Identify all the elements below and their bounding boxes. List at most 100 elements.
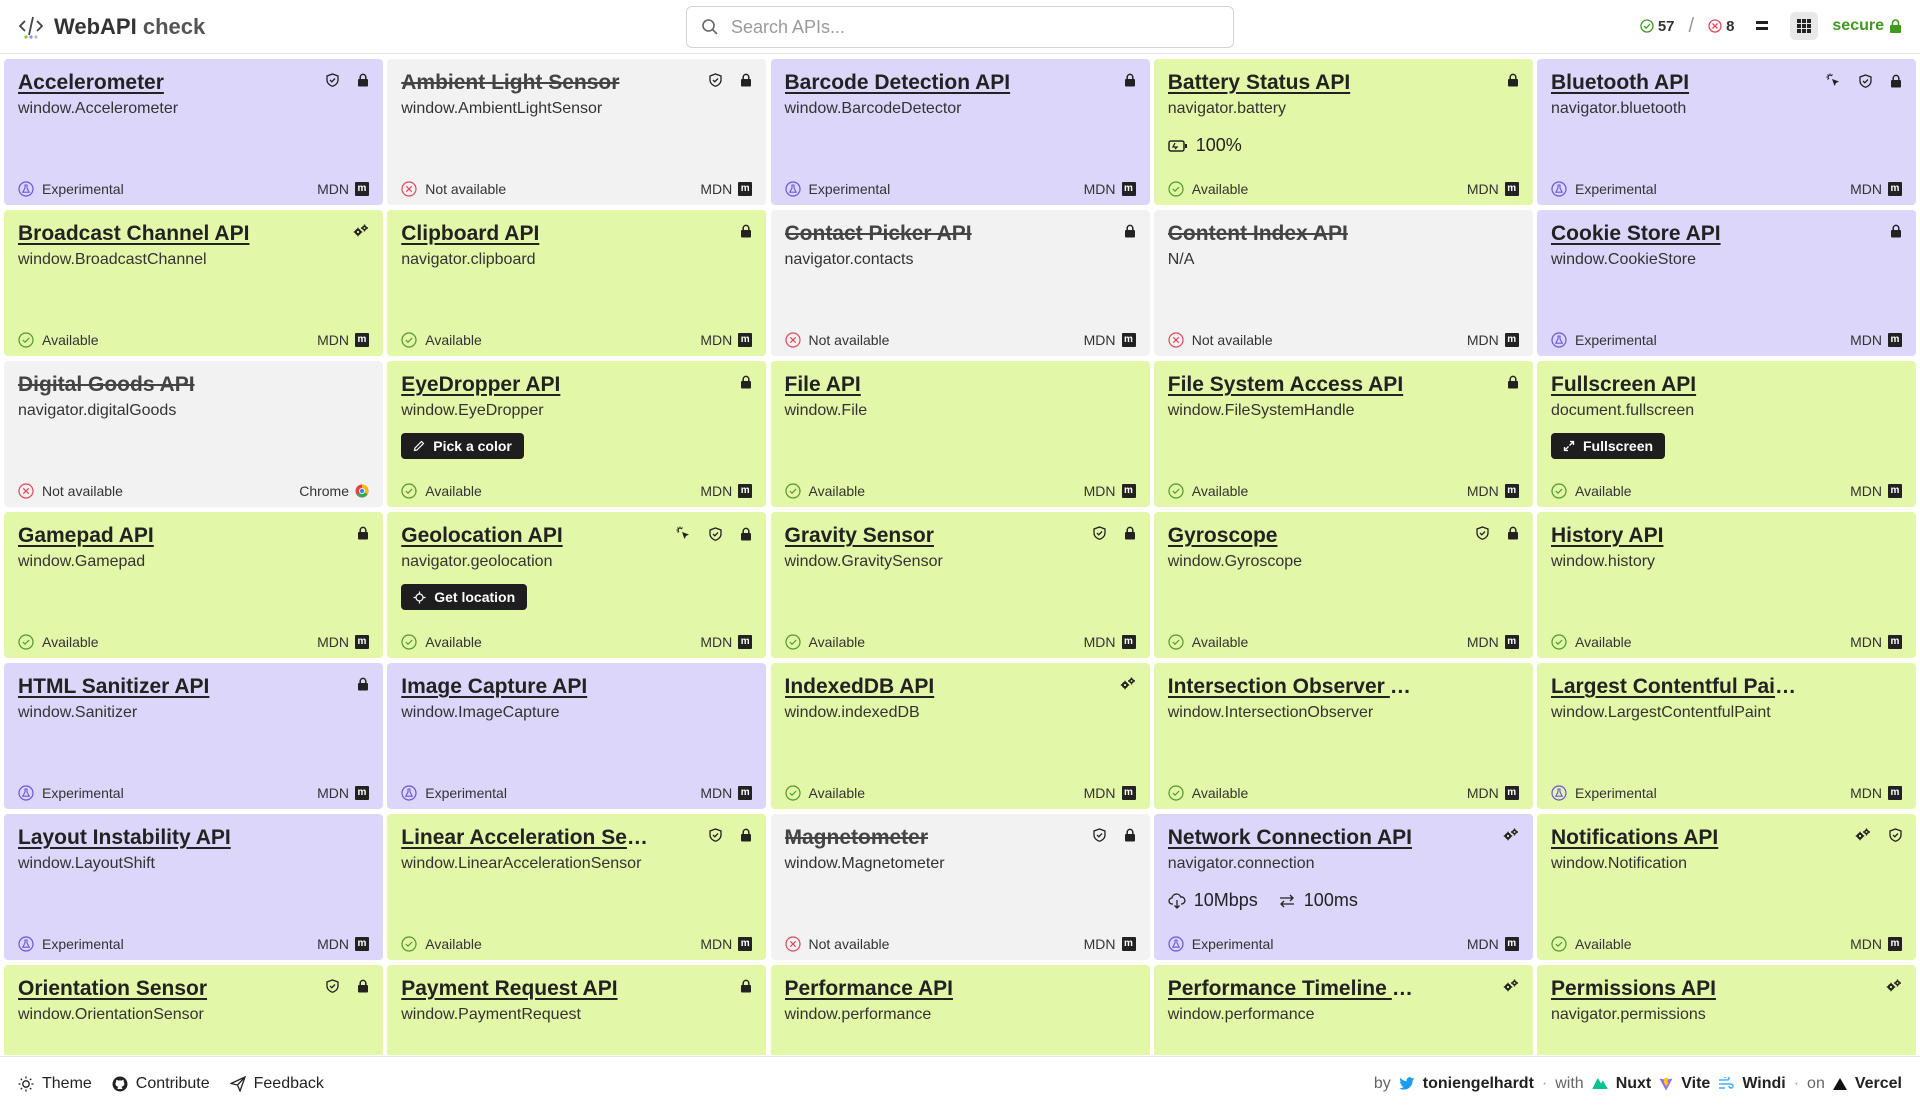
mdn-docs-link[interactable]: MDN m: [1084, 936, 1136, 952]
mdn-docs-link[interactable]: MDN m: [700, 332, 753, 348]
mdn-docs-link[interactable]: MDN m: [317, 181, 369, 197]
mdn-docs-link[interactable]: MDN m: [700, 181, 753, 197]
windi-link[interactable]: Windi: [1742, 1075, 1785, 1093]
get-location-button[interactable]: Get location: [401, 584, 528, 610]
api-title-link[interactable]: Contact Picker API: [785, 222, 1035, 246]
search-input[interactable]: [731, 16, 1211, 38]
api-title-link[interactable]: Battery Status API: [1168, 71, 1418, 95]
nuxt-link[interactable]: Nuxt: [1616, 1075, 1652, 1093]
mdn-docs-link[interactable]: MDN m: [1467, 785, 1519, 801]
api-title-link[interactable]: HTML Sanitizer API: [18, 675, 268, 699]
theme-button[interactable]: Theme: [18, 1075, 92, 1093]
logo[interactable]: WebAPI check: [18, 14, 205, 40]
api-title-link[interactable]: Ambient Light Sensor: [401, 71, 651, 95]
cloud-download-icon: [1168, 892, 1186, 909]
vercel-link[interactable]: Vercel: [1855, 1075, 1902, 1093]
api-title-link[interactable]: Notifications API: [1551, 826, 1801, 850]
bandwidth-value: 10Mbps: [1193, 890, 1258, 910]
grid-view-button[interactable]: [1790, 12, 1819, 40]
search-box[interactable]: [686, 6, 1234, 48]
unavailable-count: 8: [1708, 18, 1734, 35]
api-title-link[interactable]: File System Access API: [1168, 373, 1418, 397]
mdn-docs-link[interactable]: MDN m: [317, 785, 369, 801]
list-view-button[interactable]: [1748, 12, 1776, 40]
mdn-docs-link[interactable]: MDN m: [1084, 785, 1136, 801]
api-title-link[interactable]: Content Index API: [1168, 222, 1418, 246]
api-title-link[interactable]: History API: [1551, 524, 1801, 548]
mdn-docs-link[interactable]: MDN m: [1850, 936, 1902, 952]
api-path: window.Accelerometer: [18, 100, 179, 117]
api-title-link[interactable]: Barcode Detection API: [785, 71, 1035, 95]
mdn-docs-link[interactable]: MDN m: [1084, 483, 1136, 499]
mdn-docs-link[interactable]: MDN m: [317, 332, 369, 348]
api-title-link[interactable]: Permissions API: [1551, 977, 1801, 1001]
fullscreen-button[interactable]: Fullscreen: [1551, 433, 1666, 459]
api-title-link[interactable]: Accelerometer: [18, 71, 268, 95]
api-title-link[interactable]: Linear Acceleration Sen...: [401, 826, 651, 850]
api-title-link[interactable]: EyeDropper API: [401, 373, 651, 397]
mdn-docs-link[interactable]: MDN m: [317, 936, 369, 952]
mdn-docs-link[interactable]: MDN m: [1084, 634, 1136, 650]
mdn-docs-link[interactable]: MDN m: [1850, 181, 1902, 197]
status-label: Available: [1575, 936, 1632, 952]
api-title-link[interactable]: Clipboard API: [401, 222, 651, 246]
mdn-docs-link[interactable]: MDN m: [1084, 332, 1136, 348]
vite-link[interactable]: Vite: [1681, 1075, 1710, 1093]
api-title-link[interactable]: Broadcast Channel API: [18, 222, 268, 246]
vite-icon: [1659, 1077, 1673, 1090]
mdn-docs-link[interactable]: MDN m: [1467, 181, 1519, 197]
mdn-docs-link[interactable]: MDN m: [1850, 785, 1902, 801]
status-label: Experimental: [42, 181, 124, 197]
shield-icon: [709, 73, 722, 87]
api-title-link[interactable]: Image Capture API: [401, 675, 651, 699]
api-title-link[interactable]: Performance API: [785, 977, 1035, 1001]
shield-icon: [709, 828, 722, 842]
mdn-docs-link[interactable]: MDN m: [1467, 936, 1519, 952]
sun-icon: [18, 1076, 34, 1091]
mdn-docs-link[interactable]: MDN m: [1850, 634, 1902, 650]
card-flags: [1092, 828, 1136, 842]
api-title-link[interactable]: Payment Request API: [401, 977, 651, 1001]
mdn-docs-link[interactable]: MDN m: [317, 634, 369, 650]
mdn-docs-link[interactable]: MDN m: [1467, 634, 1519, 650]
api-title-link[interactable]: Fullscreen API: [1551, 373, 1801, 397]
mdn-docs-link[interactable]: MDN m: [700, 785, 753, 801]
mdn-docs-link[interactable]: MDN m: [700, 634, 753, 650]
status-badge: Available: [401, 332, 482, 348]
shield-icon: [709, 526, 722, 541]
check-circle-icon: [1168, 785, 1184, 801]
mdn-docs-link[interactable]: MDN m: [700, 483, 753, 499]
status-badge: Available: [784, 785, 865, 801]
api-title-link[interactable]: Geolocation API: [401, 524, 651, 548]
api-title-link[interactable]: Orientation Sensor: [18, 977, 268, 1001]
api-title-link[interactable]: Gravity Sensor: [785, 524, 1035, 548]
api-title-link[interactable]: Gamepad API: [18, 524, 268, 548]
contribute-link[interactable]: Contribute: [112, 1075, 210, 1093]
mdn-docs-link[interactable]: MDN m: [700, 936, 753, 952]
mdn-docs-link[interactable]: MDN m: [1850, 483, 1902, 499]
api-title-link[interactable]: Layout Instability API: [18, 826, 268, 850]
mdn-docs-link[interactable]: MDN m: [1467, 332, 1519, 348]
mdn-docs-link[interactable]: MDN m: [1467, 483, 1519, 499]
api-title-link[interactable]: Magnetometer: [785, 826, 1035, 850]
api-title-link[interactable]: Gyroscope: [1168, 524, 1418, 548]
api-title-link[interactable]: Digital Goods API: [18, 373, 268, 397]
api-title-link[interactable]: Cookie Store API: [1551, 222, 1801, 246]
mdn-icon: m: [1888, 786, 1902, 800]
api-title-link[interactable]: Intersection Observer API: [1168, 675, 1418, 699]
api-title-link[interactable]: IndexedDB API: [785, 675, 1035, 699]
status-label: Not available: [42, 483, 123, 499]
mdn-docs-link[interactable]: MDN m: [1084, 181, 1136, 197]
api-title-link[interactable]: Performance Timeline API: [1168, 977, 1418, 1001]
mdn-docs-link[interactable]: MDN m: [1850, 332, 1902, 348]
api-title-link[interactable]: Bluetooth API: [1551, 71, 1801, 95]
feedback-link[interactable]: Feedback: [229, 1075, 324, 1093]
pick-a-color-button[interactable]: Pick a color: [401, 433, 524, 459]
lock-icon: [1890, 74, 1902, 88]
chrome-docs-link[interactable]: Chrome: [299, 483, 369, 499]
status-label: Experimental: [1575, 332, 1657, 348]
api-title-link[interactable]: Network Connection API: [1168, 826, 1418, 850]
api-title-link[interactable]: Largest Contentful Paint API: [1551, 675, 1801, 699]
api-title-link[interactable]: File API: [785, 373, 1035, 397]
author-link[interactable]: toniengelhardt: [1423, 1075, 1534, 1093]
